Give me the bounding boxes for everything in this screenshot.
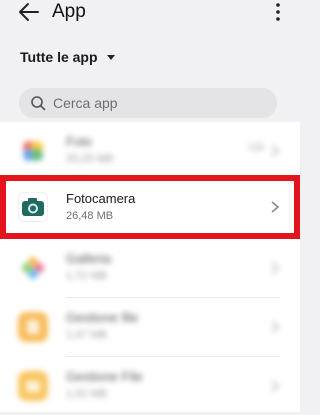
list-item[interactable]: Galleria 1,72 MB [0, 239, 300, 297]
chevron-right-icon [271, 201, 280, 213]
list-item[interactable]: Foto 25,25 MB GB [0, 122, 300, 180]
app-size: 1,52 MB [66, 388, 107, 400]
app-filter-dropdown[interactable]: Tutte le app [20, 47, 116, 67]
photos-icon [18, 136, 48, 166]
search-placeholder: Cerca app [53, 95, 118, 111]
chevron-right-icon [271, 380, 280, 392]
app-name: Fotocamera [66, 191, 136, 206]
app-size: 26,48 MB [66, 210, 114, 222]
app-name: Foto [66, 134, 93, 149]
file-manager-icon [18, 371, 48, 401]
file-manager-icon [18, 312, 48, 342]
gallery-icon [18, 253, 48, 283]
app-size: 1,72 MB [66, 270, 107, 282]
more-vertical-icon[interactable] [270, 2, 286, 22]
app-list: Foto 25,25 MB GB Galleria 1,72 MB Gestio… [0, 122, 300, 412]
chevron-right-icon [271, 145, 280, 157]
camera-icon [18, 192, 48, 222]
filter-label: Tutte le app [20, 49, 98, 65]
list-item[interactable]: Gestione File 1,52 MB [0, 357, 300, 415]
caret-down-icon [106, 55, 115, 60]
chevron-right-icon [271, 321, 280, 333]
app-name: Gestione file [66, 310, 139, 325]
search-icon [31, 96, 46, 111]
app-name: Gestione File [66, 369, 143, 384]
top-bar: App [0, 0, 300, 30]
chevron-right-icon [271, 262, 280, 274]
arrow-left-icon[interactable] [14, 0, 44, 24]
list-item[interactable]: Gestione file 1,47 MB [0, 298, 300, 356]
page-title: App [52, 1, 86, 22]
app-size: 25,25 MB [66, 153, 114, 165]
list-item-fotocamera[interactable]: Fotocamera 26,48 MB [0, 175, 300, 239]
app-size: 1,47 MB [66, 329, 107, 341]
search-input[interactable]: Cerca app [19, 88, 277, 118]
app-extra: GB [248, 142, 264, 154]
app-name: Galleria [66, 251, 111, 266]
